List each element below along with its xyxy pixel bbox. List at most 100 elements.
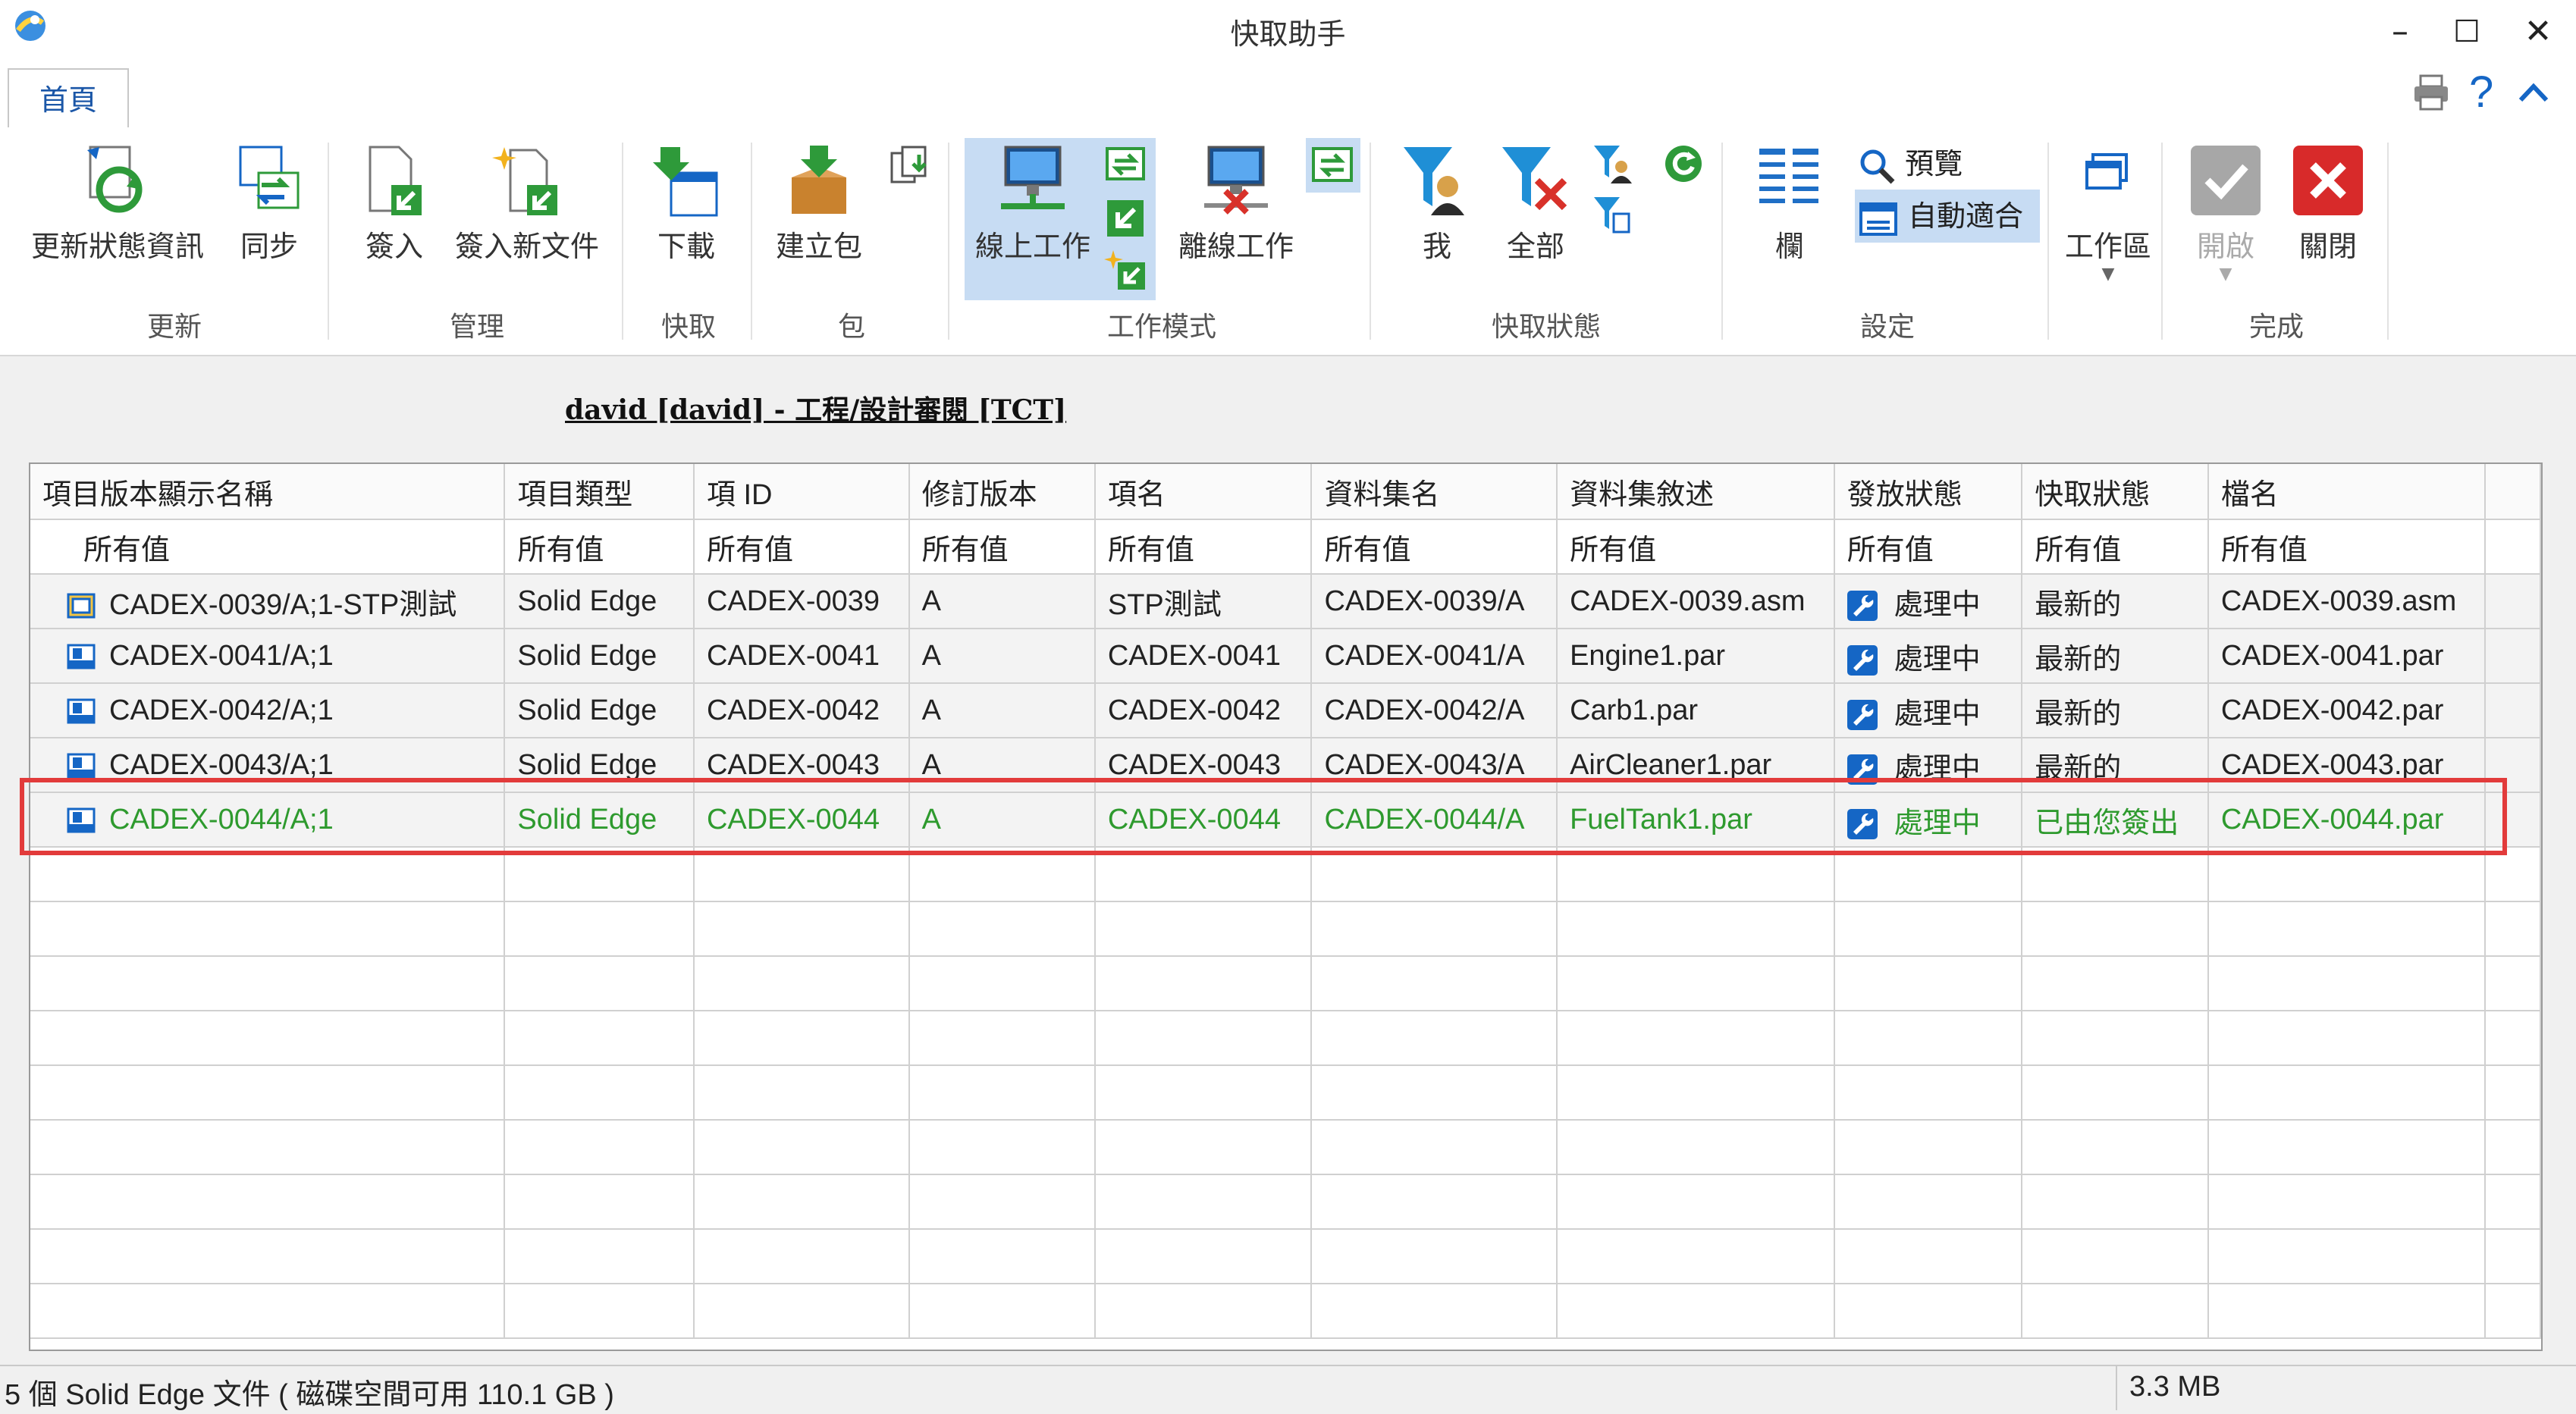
selected-row-highlight bbox=[20, 778, 2507, 855]
column-header[interactable]: 資料集敘述 bbox=[1557, 464, 1835, 520]
sync-button[interactable]: 同步 bbox=[220, 143, 318, 265]
refresh-small-icon[interactable] bbox=[1661, 141, 1706, 187]
cell-text: Engine1.par bbox=[1570, 639, 1725, 672]
empty-cell bbox=[1557, 1011, 1835, 1066]
empty-cell bbox=[2022, 1229, 2209, 1284]
empty-row bbox=[30, 1284, 2541, 1339]
cell-text: A bbox=[921, 585, 941, 617]
open-button[interactable]: 開啟 ▼ bbox=[2176, 143, 2275, 284]
column-header[interactable]: 項目版本顯示名稱 bbox=[30, 464, 506, 520]
filter-all-button[interactable]: 全部 bbox=[1486, 143, 1585, 265]
tab-home[interactable]: 首頁 bbox=[8, 68, 129, 129]
refresh-status-button[interactable]: 更新狀態資訊 bbox=[23, 143, 212, 265]
work-online-button[interactable]: 線上工作 bbox=[965, 143, 1101, 265]
group-separator bbox=[1370, 143, 1371, 340]
cell-dataset: CADEX-0041/A bbox=[1311, 629, 1558, 684]
empty-cell bbox=[1311, 901, 1558, 957]
empty-cell bbox=[2485, 956, 2541, 1011]
check-in-new-icon bbox=[489, 143, 565, 218]
filter-cell[interactable]: 所有值 bbox=[1834, 519, 2023, 575]
group-separator bbox=[948, 143, 949, 340]
close-button[interactable]: 關閉 bbox=[2279, 143, 2377, 265]
cell-filler bbox=[2485, 574, 2541, 629]
check-in-button[interactable]: 簽入 bbox=[345, 143, 444, 265]
sync-offline-icon[interactable] bbox=[1306, 138, 1360, 193]
filter-cell[interactable]: 所有值 bbox=[1094, 519, 1313, 575]
user-context-title: david [david] - 工程/設計審閱 [TCT] bbox=[565, 394, 1067, 426]
empty-cell bbox=[1557, 901, 1835, 957]
column-header[interactable]: 檔名 bbox=[2207, 464, 2487, 520]
column-header[interactable]: 修訂版本 bbox=[908, 464, 1096, 520]
empty-cell bbox=[1834, 1120, 2023, 1175]
work-online-label: 線上工作 bbox=[974, 230, 1090, 263]
cell-text: CADEX-0043/A;1 bbox=[109, 748, 334, 781]
close-window-button[interactable]: ✕ bbox=[2512, 9, 2565, 55]
filter-cell[interactable]: 所有值 bbox=[2022, 519, 2209, 575]
group-separator bbox=[1721, 143, 1723, 340]
cell-text: CADEX-0041/A bbox=[1324, 639, 1525, 672]
maximize-button[interactable]: ☐ bbox=[2440, 9, 2493, 55]
cache-grid[interactable]: 項目版本顯示名稱 項目類型 項 ID 修訂版本 項名 資料集名 資料集敘述 發放… bbox=[29, 462, 2543, 1351]
create-package-button[interactable]: 建立包 bbox=[766, 143, 872, 265]
cell-name: CADEX-0042/A;1 bbox=[30, 683, 506, 738]
preview-label: 預覽 bbox=[1905, 147, 1963, 180]
empty-cell bbox=[2022, 1174, 2209, 1230]
empty-cell bbox=[2207, 1065, 2487, 1121]
print-icon[interactable] bbox=[2411, 73, 2451, 112]
column-header[interactable]: 項 ID bbox=[693, 464, 910, 520]
column-header[interactable]: 項名 bbox=[1094, 464, 1313, 520]
columns-button[interactable]: 欄 bbox=[1737, 143, 1843, 265]
empty-cell bbox=[2485, 1174, 2541, 1230]
auto-fit-button[interactable]: 自動適合 bbox=[1855, 190, 2040, 243]
part-icon bbox=[67, 698, 96, 724]
filter-cell[interactable]: 所有值 bbox=[693, 519, 910, 575]
filter-cell[interactable]: 所有值 bbox=[504, 519, 695, 575]
sync-online-icon[interactable] bbox=[1104, 143, 1147, 185]
column-header[interactable]: 資料集名 bbox=[1311, 464, 1558, 520]
empty-cell bbox=[908, 1229, 1096, 1284]
filter-user-small-icon[interactable] bbox=[1592, 143, 1635, 185]
filter-cell[interactable]: 所有值 bbox=[908, 519, 1096, 575]
filter-cell[interactable]: 所有值 bbox=[30, 519, 506, 575]
collapse-ribbon-icon[interactable] bbox=[2516, 79, 2551, 106]
download-button[interactable]: 下載 bbox=[637, 143, 736, 265]
check-in-new-button[interactable]: 簽入新文件 bbox=[447, 143, 607, 265]
checkin-small-icon[interactable] bbox=[1104, 197, 1147, 240]
filter-cell[interactable]: 所有值 bbox=[1557, 519, 1835, 575]
table-row[interactable]: CADEX-0042/A;1 Solid Edge CADEX-0042 A CADEX… bbox=[30, 683, 2541, 738]
filter-docs-small-icon[interactable] bbox=[1592, 194, 1635, 237]
empty-cell bbox=[908, 956, 1096, 1011]
filter-me-button[interactable]: 我 bbox=[1388, 143, 1486, 265]
table-row[interactable]: CADEX-0039/A;1-STP測試 Solid Edge CADEX-0039… bbox=[30, 574, 2541, 629]
work-offline-button[interactable]: 離線工作 bbox=[1168, 143, 1304, 265]
empty-cell bbox=[2022, 1065, 2209, 1121]
filter-cell[interactable]: 所有值 bbox=[1311, 519, 1558, 575]
column-header[interactable]: 項目類型 bbox=[504, 464, 695, 520]
empty-cell bbox=[2207, 1229, 2487, 1284]
cell-text: CADEX-0042 bbox=[1107, 694, 1281, 726]
table-row[interactable]: CADEX-0041/A;1 Solid Edge CADEX-0041 A CADEX… bbox=[30, 629, 2541, 684]
offline-computer-icon bbox=[1198, 143, 1274, 218]
column-header[interactable]: 快取狀態 bbox=[2022, 464, 2209, 520]
check-in-label: 簽入 bbox=[365, 230, 423, 263]
cell-text: Solid Edge bbox=[517, 748, 657, 781]
cell-type: Solid Edge bbox=[504, 629, 695, 684]
empty-cell bbox=[908, 1284, 1096, 1339]
checkin-new-small-icon[interactable] bbox=[1104, 249, 1147, 291]
filter-cell[interactable]: 所有值 bbox=[2207, 519, 2487, 575]
export-package-icon[interactable] bbox=[889, 144, 931, 187]
help-icon[interactable]: ? bbox=[2469, 67, 2493, 118]
column-header[interactable]: 發放狀態 bbox=[1834, 464, 2023, 520]
preview-button[interactable]: 預覽 bbox=[1858, 141, 2032, 187]
minimize-button[interactable]: – bbox=[2374, 9, 2427, 55]
empty-cell bbox=[1094, 1065, 1313, 1121]
empty-cell bbox=[2485, 1065, 2541, 1121]
workspace-button[interactable]: 工作區 ▼ bbox=[2055, 143, 2161, 284]
empty-cell bbox=[1834, 1229, 2023, 1284]
group-label-manage: 管理 bbox=[449, 312, 504, 343]
cell-text: CADEX-0041/A;1 bbox=[109, 639, 334, 672]
chevron-down-icon: ▼ bbox=[2219, 265, 2232, 284]
cell-text: CADEX-0041 bbox=[1107, 639, 1281, 672]
cell-text: CADEX-0039.asm bbox=[1570, 585, 1806, 617]
close-label: 關閉 bbox=[2298, 230, 2357, 263]
